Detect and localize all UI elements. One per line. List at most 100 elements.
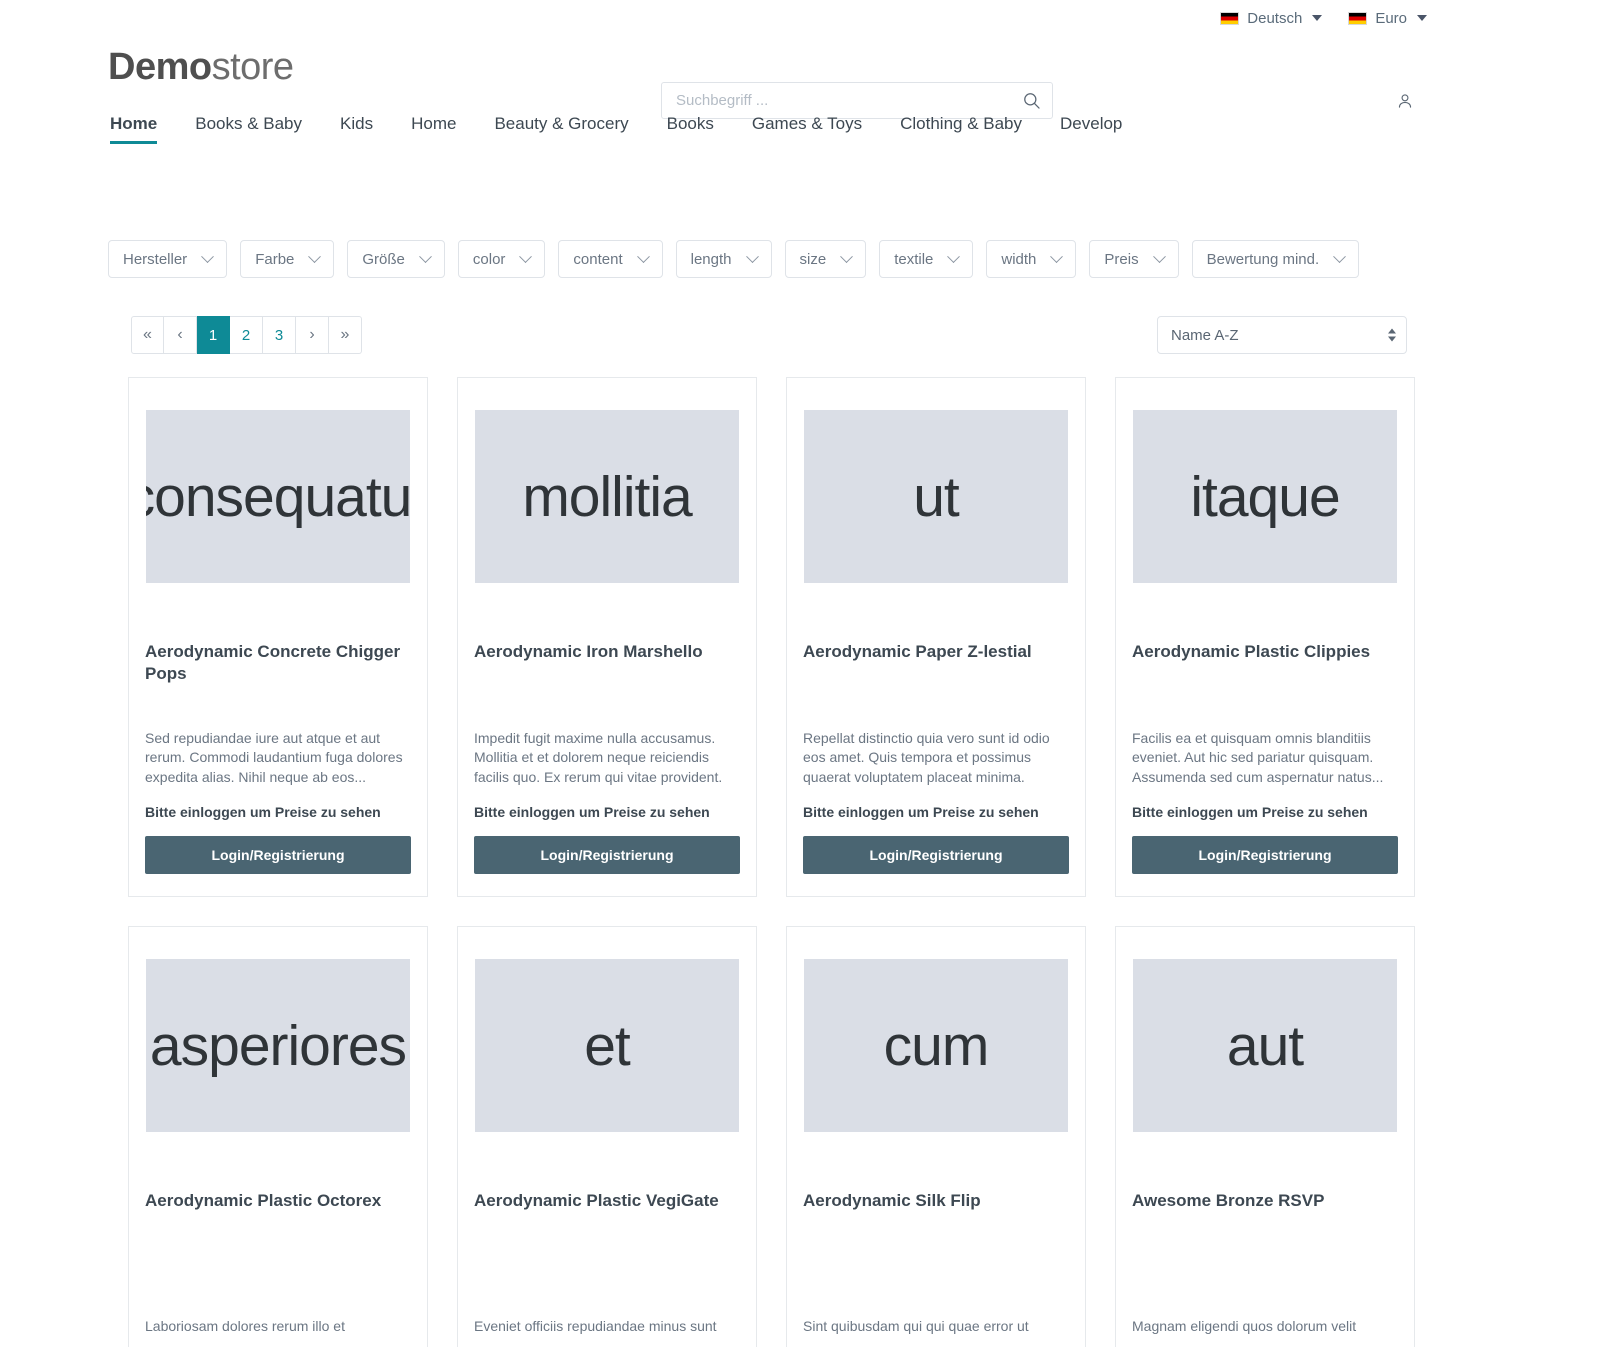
filter-label: content	[573, 250, 623, 268]
nav-item-books[interactable]: Books	[667, 114, 714, 144]
filter-label: Hersteller	[123, 250, 188, 268]
product-description: Impedit fugit maxime nulla accusamus. Mo…	[474, 730, 723, 785]
filter-label: width	[1001, 250, 1037, 268]
sorting-control: Name A-Z	[1157, 316, 1407, 354]
site-header: Demostore	[0, 36, 1623, 119]
filter-content[interactable]: content	[558, 240, 663, 278]
product-grid: consequatur Aerodynamic Concrete Chigger …	[0, 377, 1623, 1347]
german-flag-icon	[1348, 11, 1368, 25]
filter-label: Größe	[362, 250, 405, 268]
product-card[interactable]: aut Awesome Bronze RSVP Magnam eligendi qu…	[1115, 926, 1415, 1347]
product-card[interactable]: et Aerodynamic Plastic VegiGate Eveniet of…	[457, 926, 757, 1347]
login-register-button[interactable]: Login/Registrierung	[474, 836, 740, 874]
product-title[interactable]: Aerodynamic Silk Flip	[803, 1190, 1069, 1236]
product-image[interactable]: consequatur	[146, 410, 410, 583]
nav-item-games-toys[interactable]: Games & Toys	[752, 114, 862, 144]
product-card[interactable]: cum Aerodynamic Silk Flip Sint quibusdam q…	[786, 926, 1086, 1347]
pagination-next[interactable]: ›	[296, 316, 329, 354]
product-price-hint: Bitte einloggen um Preise zu sehen	[1132, 804, 1368, 820]
search-button[interactable]	[1011, 84, 1051, 117]
product-title[interactable]: Awesome Bronze RSVP	[1132, 1190, 1398, 1236]
german-flag-icon	[1220, 11, 1240, 25]
filter-length[interactable]: length	[675, 240, 772, 278]
product-description: Magnam eligendi quos dolorum velit	[1132, 1317, 1357, 1334]
product-image-text: aut	[1226, 1013, 1304, 1078]
product-image[interactable]: itaque	[1133, 410, 1397, 583]
user-account-icon	[1398, 94, 1412, 108]
filter-hersteller[interactable]: Hersteller	[108, 240, 228, 278]
filter-label: Farbe	[255, 250, 295, 268]
filter-label: Preis	[1104, 250, 1139, 268]
product-description: Facilis ea et quisquam omnis blanditiis …	[1132, 730, 1384, 785]
product-image[interactable]: ut	[804, 410, 1068, 583]
product-title[interactable]: Aerodynamic Concrete Chigger Pops	[145, 641, 411, 687]
chevron-down-icon	[1417, 15, 1427, 21]
product-description: Eveniet officiis repudiandae minus sunt	[474, 1317, 717, 1334]
product-card[interactable]: consequatur Aerodynamic Concrete Chigger …	[128, 377, 428, 897]
chevron-down-icon	[1152, 249, 1166, 263]
language-label: Deutsch	[1247, 9, 1303, 27]
filter-label: Bewertung mind.	[1206, 250, 1320, 268]
pagination-page-2[interactable]: 2	[230, 316, 263, 354]
nav-item-books-baby[interactable]: Books & Baby	[195, 114, 302, 144]
pagination-last[interactable]: »	[329, 316, 362, 354]
product-description: Repellat distinctio quia vero sunt id od…	[803, 730, 1050, 785]
product-card[interactable]: asperiores Aerodynamic Plastic Octorex Lab…	[128, 926, 428, 1347]
login-register-button[interactable]: Login/Registrierung	[803, 836, 1069, 874]
account-button[interactable]	[1390, 86, 1420, 116]
product-image-text: consequatur	[146, 464, 410, 529]
chevron-down-icon	[201, 249, 215, 263]
pagination-prev[interactable]: ‹	[164, 316, 197, 354]
nav-item-develop[interactable]: Develop	[1060, 114, 1122, 144]
currency-switcher[interactable]: Euro	[1348, 10, 1427, 27]
chevron-down-icon	[419, 249, 432, 263]
product-description: Laboriosam dolores rerum illo et	[145, 1317, 345, 1334]
filter-größe[interactable]: Größe	[347, 240, 445, 278]
filter-bewertung-mind[interactable]: Bewertung mind.	[1191, 240, 1360, 278]
top-utility-bar: Deutsch Euro	[0, 0, 1623, 36]
product-price-hint: Bitte einloggen um Preise zu sehen	[145, 804, 381, 820]
product-price-hint: Bitte einloggen um Preise zu sehen	[474, 804, 710, 820]
nav-item-home[interactable]: Home	[110, 114, 158, 144]
filter-label: size	[799, 250, 827, 268]
product-image[interactable]: et	[475, 959, 739, 1132]
product-image[interactable]: aut	[1133, 959, 1397, 1132]
login-register-button[interactable]: Login/Registrierung	[145, 836, 411, 874]
nav-item-beauty-grocery[interactable]: Beauty & Grocery	[494, 114, 628, 144]
chevron-down-icon	[636, 249, 650, 263]
login-register-button[interactable]: Login/Registrierung	[1132, 836, 1398, 874]
product-title[interactable]: Aerodynamic Paper Z-lestial	[803, 641, 1069, 687]
filter-label: textile	[894, 250, 934, 268]
product-card[interactable]: mollitia Aerodynamic Iron Marshello Impedi…	[457, 377, 757, 897]
nav-item-clothing-baby[interactable]: Clothing & Baby	[900, 114, 1022, 144]
site-logo[interactable]: Demostore	[108, 48, 294, 86]
product-card[interactable]: ut Aerodynamic Paper Z-lestial Repellat di…	[786, 377, 1086, 897]
nav-item-home[interactable]: Home	[411, 114, 456, 144]
product-image[interactable]: cum	[804, 959, 1068, 1132]
listing-toolbar: «‹ 1 2 3 ›» Name A-Z	[0, 316, 1623, 354]
filter-bar: Hersteller Farbe Größe color content length si…	[0, 240, 1623, 278]
sort-select[interactable]: Name A-Z	[1157, 316, 1407, 354]
product-image[interactable]: mollitia	[475, 410, 739, 583]
product-title[interactable]: Aerodynamic Plastic VegiGate	[474, 1190, 740, 1236]
pagination-page-3[interactable]: 3	[263, 316, 296, 354]
filter-preis[interactable]: Preis	[1089, 240, 1179, 278]
product-description: Sint quibusdam qui qui quae error ut	[803, 1317, 1029, 1334]
product-image-text: ut	[913, 464, 960, 529]
filter-farbe[interactable]: Farbe	[240, 240, 335, 278]
product-card[interactable]: itaque Aerodynamic Plastic Clippies Facili…	[1115, 377, 1415, 897]
product-title[interactable]: Aerodynamic Iron Marshello	[474, 641, 740, 687]
language-switcher[interactable]: Deutsch	[1220, 9, 1323, 27]
filter-width[interactable]: width	[986, 240, 1077, 278]
nav-item-kids[interactable]: Kids	[340, 114, 373, 144]
filter-textile[interactable]: textile	[879, 240, 974, 278]
product-title[interactable]: Aerodynamic Plastic Clippies	[1132, 641, 1398, 687]
pagination-page-1[interactable]: 1	[197, 316, 230, 354]
filter-color[interactable]: color	[457, 240, 546, 278]
product-image-text: et	[584, 1013, 631, 1078]
chevron-down-icon	[745, 249, 759, 263]
product-title[interactable]: Aerodynamic Plastic Octorex	[145, 1190, 411, 1236]
pagination-first[interactable]: «	[131, 316, 164, 354]
filter-size[interactable]: size	[784, 240, 867, 278]
product-image[interactable]: asperiores	[146, 959, 410, 1132]
